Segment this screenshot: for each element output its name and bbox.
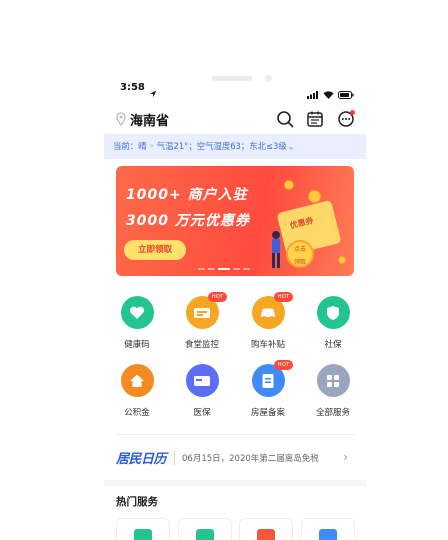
weather-bar: 当前：晴 ◦ 气温21°；空气湿度63；东北≤3级 。 — [104, 134, 366, 159]
header: 海南省 — [104, 108, 366, 132]
notch-pill — [212, 76, 252, 81]
medical-kit-icon — [134, 529, 152, 540]
calendar-icon[interactable] — [306, 110, 324, 128]
coin-icon — [308, 190, 321, 203]
calendar-event-text: 06月15日，2020年第二届离岛免税 — [182, 454, 319, 464]
page-dot — [233, 268, 240, 270]
claim-badge[interactable]: 点击 领取 — [286, 240, 314, 268]
service-label: 医保 — [193, 408, 211, 418]
id-icon — [196, 529, 214, 540]
service-car-subsidy[interactable]: HOT 购车补贴 — [235, 292, 301, 350]
message-icon[interactable] — [337, 110, 355, 128]
chevron-right-icon: › — [343, 450, 348, 464]
service-label: 房屋备案 — [250, 408, 285, 418]
notification-dot — [350, 110, 355, 115]
resident-calendar-logo: 居民日历 — [116, 452, 167, 467]
car-icon: HOT — [251, 292, 294, 329]
status-icons — [307, 84, 354, 103]
hot-service-card[interactable] — [178, 518, 232, 540]
resident-calendar-row[interactable]: 居民日历 06月15日，2020年第二届离岛免税 › — [116, 446, 354, 470]
page-dot-active — [218, 268, 230, 270]
divider — [116, 434, 354, 435]
service-housing-registration[interactable]: HOT 房屋备案 — [235, 360, 301, 418]
status-bar: 3:58 — [104, 82, 366, 99]
search-icon[interactable] — [276, 110, 294, 128]
wifi-icon — [323, 84, 334, 103]
notch-camera — [265, 75, 272, 82]
promo-banner[interactable]: 1000+ 商户入驻 3000 万元优惠券 立即领取 优惠券 点击 领取 — [116, 166, 354, 276]
service-medical-insurance[interactable]: 医保 — [169, 364, 235, 418]
service-social-security[interactable]: 社保 — [300, 296, 366, 350]
card-icon — [185, 364, 219, 397]
separator — [174, 451, 175, 465]
section-separator — [104, 480, 366, 486]
badge-icon — [257, 529, 275, 540]
claim-badge-line1: 点击 — [293, 246, 306, 253]
service-label: 全部服务 — [315, 408, 350, 418]
shield-icon — [316, 296, 350, 329]
person-illustration — [268, 230, 284, 270]
calendar-card-icon — [319, 529, 337, 540]
hot-services-title: 热门服务 — [116, 496, 158, 508]
service-label: 健康码 — [124, 340, 150, 350]
battery-icon — [338, 84, 354, 103]
status-time: 3:58 — [120, 82, 145, 93]
grid-icon — [316, 364, 350, 397]
page-dot — [243, 268, 250, 270]
location-arrow-icon — [149, 83, 157, 102]
hot-badge: HOT — [273, 292, 294, 302]
coin-icon — [284, 180, 294, 190]
service-housing-fund[interactable]: 公积金 — [104, 364, 170, 418]
service-label: 食堂监控 — [184, 340, 219, 350]
claim-now-button[interactable]: 立即领取 — [124, 240, 186, 260]
banner-headline-2: 3000 万元优惠券 — [126, 213, 250, 229]
heart-icon — [120, 296, 154, 329]
service-all[interactable]: 全部服务 — [300, 364, 366, 418]
location-selector[interactable]: 海南省 — [130, 110, 169, 129]
claim-badge-line2: 领取 — [293, 259, 306, 266]
hot-service-card[interactable] — [239, 518, 293, 540]
hot-service-card[interactable] — [301, 518, 355, 540]
page-dot — [198, 268, 205, 270]
coupon-label: 优惠券 — [288, 215, 315, 231]
page-dot — [208, 268, 215, 270]
phone-screen: 3:58 海南省 当前：晴 ◦ 气温21°；空气湿度63；东北≤3级 。 100… — [104, 70, 366, 540]
service-label: 社保 — [324, 340, 342, 350]
hot-badge: HOT — [207, 292, 228, 302]
coin-icon — [338, 256, 346, 264]
service-label: 公积金 — [124, 408, 150, 418]
hot-badge: HOT — [273, 360, 294, 370]
signal-icon — [307, 84, 319, 103]
location-pin-icon — [116, 111, 126, 130]
hot-service-card[interactable] — [116, 518, 170, 540]
house-icon — [120, 364, 154, 397]
banner-page-indicator — [198, 268, 250, 270]
document-icon: HOT — [251, 360, 294, 397]
service-health-code[interactable]: 健康码 — [104, 296, 170, 350]
banner-headline-1: 1000+ 商户入驻 — [126, 187, 248, 203]
canteen-icon: HOT — [185, 292, 228, 329]
service-label: 购车补贴 — [250, 340, 285, 350]
service-canteen-monitor[interactable]: HOT 食堂监控 — [169, 292, 235, 350]
